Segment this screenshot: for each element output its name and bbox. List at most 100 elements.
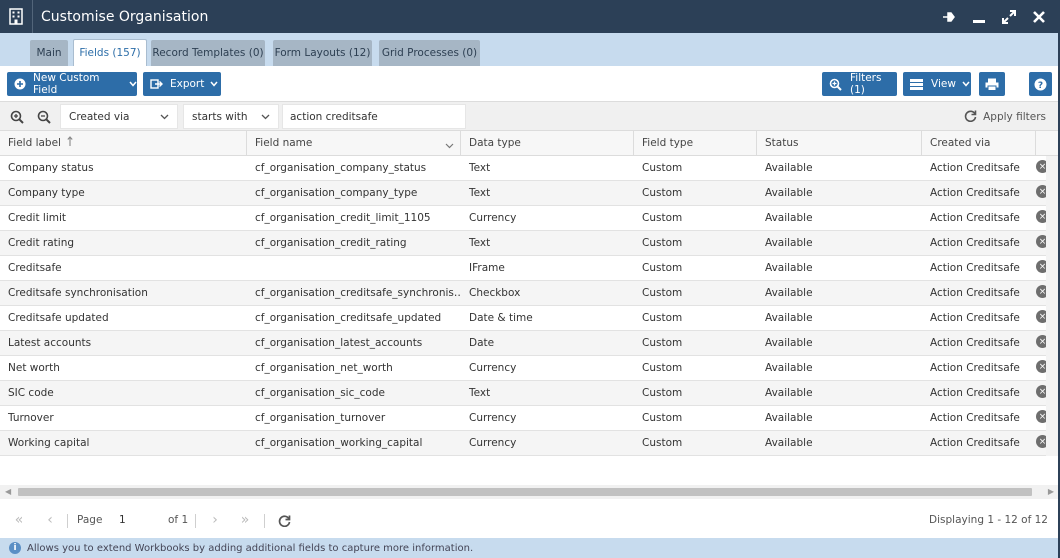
cell-data-type: Currency <box>469 362 517 374</box>
cell-data-type: Text <box>469 187 491 199</box>
info-icon: i <box>9 542 21 554</box>
cell-created-via: Action Creditsafe <box>930 312 1020 324</box>
cell-field-name: cf_organisation_company_status <box>255 162 427 174</box>
cell-field-type: Custom <box>642 387 683 399</box>
next-page-icon[interactable]: › <box>205 511 225 529</box>
close-icon[interactable] <box>1030 8 1048 26</box>
cell-field-label: Company status <box>8 162 94 174</box>
scrollbar-thumb[interactable] <box>18 488 1032 496</box>
pagination-bar: « ‹ Page of 1 › » Displaying 1 - 12 of 1… <box>0 505 1058 535</box>
cell-field-type: Custom <box>642 287 683 299</box>
filter-column-value: Created via <box>69 110 130 123</box>
zoom-filter-icon <box>829 78 842 91</box>
cell-status: Available <box>765 162 813 174</box>
minimize-icon[interactable] <box>970 8 988 26</box>
tab-record-templates[interactable]: Record Templates (0) <box>151 40 265 66</box>
cell-data-type: Checkbox <box>469 287 521 299</box>
list-icon <box>910 78 923 90</box>
filter-bar: Created via starts with Apply filters <box>0 101 1058 131</box>
table-row[interactable]: Creditsafe IFrame Custom Available Action Cr… <box>0 256 1058 281</box>
table-row[interactable]: Company status cf_organisation_company_st… <box>0 156 1058 181</box>
cell-data-type: IFrame <box>469 262 505 274</box>
table-row[interactable]: Turnover cf_organisation_turnover Currency… <box>0 406 1058 431</box>
chevron-down-icon <box>962 81 970 87</box>
filter-column-select[interactable]: Created via <box>60 104 178 129</box>
cell-field-name: cf_organisation_net_worth <box>255 362 393 374</box>
vertical-scrollbar[interactable] <box>1046 156 1058 456</box>
export-button[interactable]: Export <box>143 72 221 96</box>
table-row[interactable]: Working capital cf_organisation_working_c… <box>0 431 1058 456</box>
cell-field-type: Custom <box>642 162 683 174</box>
table-row[interactable]: Creditsafe synchronisation cf_organisatio… <box>0 281 1058 306</box>
scroll-right-icon[interactable]: ▶ <box>1048 487 1054 496</box>
column-header-status[interactable]: Status <box>757 131 922 155</box>
cell-field-type: Custom <box>642 362 683 374</box>
table-row[interactable]: Creditsafe updated cf_organisation_credit… <box>0 306 1058 331</box>
first-page-icon[interactable]: « <box>9 511 29 529</box>
cell-status: Available <box>765 337 813 349</box>
view-button[interactable]: View <box>903 72 971 96</box>
cell-field-name: cf_organisation_creditsafe_updated <box>255 312 442 324</box>
column-header-label: Field label <box>8 137 61 149</box>
new-custom-field-button[interactable]: New Custom Field <box>7 72 137 96</box>
apply-filters-button[interactable]: Apply filters <box>964 109 1046 125</box>
cell-field-label: SIC code <box>8 387 54 399</box>
window-title-bar: Customise Organisation <box>0 0 1058 33</box>
tab-fields[interactable]: Fields (157) <box>73 39 147 66</box>
column-header-field-type[interactable]: Field type <box>634 131 757 155</box>
cell-data-type: Text <box>469 237 491 249</box>
zoom-in-icon[interactable] <box>8 108 26 126</box>
page-count-label: of 1 <box>168 514 189 526</box>
plus-circle-icon <box>14 78 26 90</box>
page-label: Page <box>77 514 103 526</box>
cell-field-label: Net worth <box>8 362 60 374</box>
cell-field-label: Creditsafe synchronisation <box>8 287 148 299</box>
horizontal-scrollbar[interactable]: ◀ ▶ <box>0 485 1058 499</box>
cell-field-label: Latest accounts <box>8 337 92 349</box>
cell-created-via: Action Creditsafe <box>930 362 1020 374</box>
window-title: Customise Organisation <box>41 8 209 25</box>
cell-field-type: Custom <box>642 337 683 349</box>
cell-status: Available <box>765 412 813 424</box>
print-button[interactable] <box>979 72 1005 96</box>
tab-grid-processes[interactable]: Grid Processes (0) <box>379 40 480 66</box>
column-header-data-type[interactable]: Data type <box>461 131 634 155</box>
cell-created-via: Action Creditsafe <box>930 237 1020 249</box>
column-header-field-label[interactable]: Field label <box>0 131 247 155</box>
table-row[interactable]: Net worth cf_organisation_net_worth Curren… <box>0 356 1058 381</box>
cell-field-name: cf_organisation_working_capital <box>255 437 423 449</box>
table-row[interactable]: Credit rating cf_organisation_credit_rati… <box>0 231 1058 256</box>
chevron-down-icon <box>160 111 169 123</box>
cell-status: Available <box>765 387 813 399</box>
table-row[interactable]: SIC code cf_organisation_sic_code Text Cust… <box>0 381 1058 406</box>
scroll-left-icon[interactable]: ◀ <box>5 487 11 496</box>
page-number-input[interactable] <box>113 510 165 530</box>
refresh-icon <box>964 109 977 125</box>
filters-button[interactable]: Filters (1) <box>822 72 897 96</box>
table-row[interactable]: Latest accounts cf_organisation_latest_ac… <box>0 331 1058 356</box>
column-header-field-name[interactable]: Field name <box>247 131 461 155</box>
filter-operator-select[interactable]: starts with <box>183 104 279 129</box>
tab-main[interactable]: Main <box>30 40 68 66</box>
cell-status: Available <box>765 312 813 324</box>
previous-page-icon[interactable]: ‹ <box>40 511 60 529</box>
cell-created-via: Action Creditsafe <box>930 262 1020 274</box>
column-header-created-via[interactable]: Created via <box>922 131 1036 155</box>
chevron-down-icon[interactable] <box>445 140 454 152</box>
filter-value-input[interactable] <box>282 104 466 129</box>
table-row[interactable]: Company type cf_organisation_company_type… <box>0 181 1058 206</box>
tab-form-layouts[interactable]: Form Layouts (12) <box>273 40 372 66</box>
last-page-icon[interactable]: » <box>235 511 255 529</box>
cell-created-via: Action Creditsafe <box>930 187 1020 199</box>
maximize-icon[interactable] <box>1000 8 1018 26</box>
sort-ascending-icon <box>67 136 73 150</box>
help-button[interactable]: ? <box>1029 72 1052 96</box>
pin-icon[interactable] <box>940 8 958 26</box>
zoom-out-icon[interactable] <box>35 108 53 126</box>
refresh-icon[interactable] <box>274 511 294 529</box>
cell-status: Available <box>765 262 813 274</box>
cell-status: Available <box>765 187 813 199</box>
cell-field-label: Credit limit <box>8 212 67 224</box>
cell-status: Available <box>765 212 813 224</box>
table-row[interactable]: Credit limit cf_organisation_credit_limit… <box>0 206 1058 231</box>
